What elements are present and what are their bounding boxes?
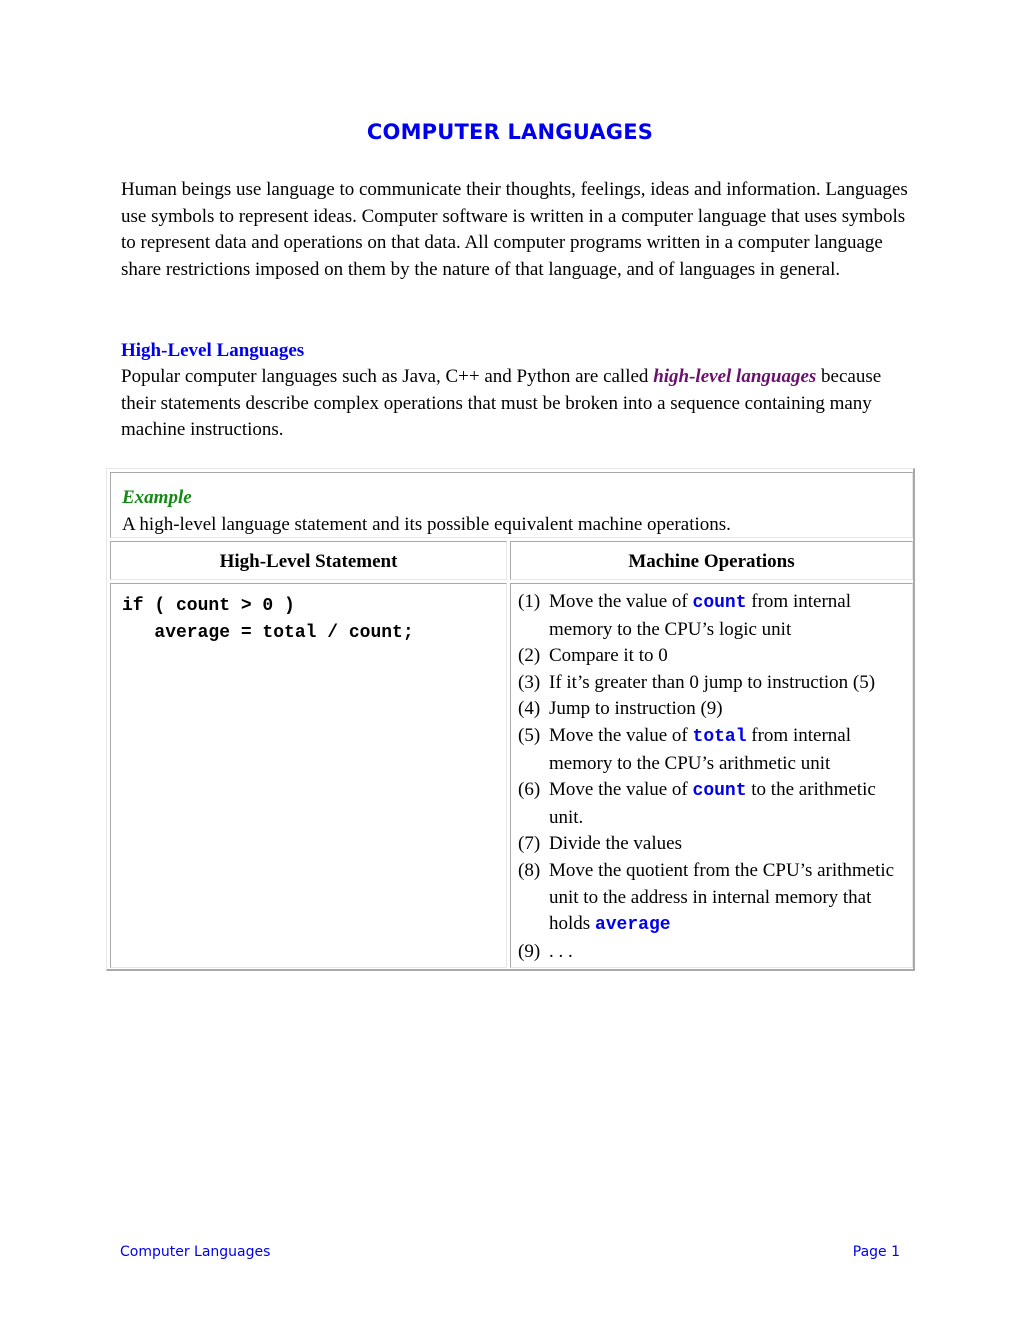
variable-name: count [692, 593, 747, 613]
operation-text: Move the value of [549, 591, 693, 612]
operation-text: Jump to instruction (9) [549, 698, 723, 720]
operations-list: (1) Move the value of count from internal… [518, 589, 908, 965]
operation-text: Move the value of [549, 724, 693, 746]
operation-item: (8) Move the quotient from the CPU’s arit… [518, 858, 908, 939]
paragraph-text-before: Popular computer languages such as Java,… [121, 366, 654, 387]
operation-text: Move the value of [549, 779, 693, 801]
operation-number: (1) [518, 591, 541, 612]
variable-name: average [594, 915, 671, 936]
operation-text: If it’s greater than 0 jump to instructi… [549, 671, 876, 693]
operation-text: . . . [549, 940, 573, 962]
high-level-paragraph: Popular computer languages such as Java,… [121, 364, 911, 444]
section-heading-high-level-languages: High-Level Languages [121, 340, 305, 361]
footer-title: Computer Languages [120, 1244, 271, 1260]
operation-text: Compare it to 0 [549, 645, 668, 667]
header-cell-high-level-statement: High-Level Statement [110, 541, 507, 580]
variable-name: total [692, 726, 747, 747]
operation-item: (7) Divide the values [518, 831, 908, 858]
operation-number: (4) [518, 698, 541, 720]
operation-item: (4) Jump to instruction (9) [518, 696, 908, 723]
term-high-level-languages: high-level languages [653, 366, 817, 387]
variable-name: count [692, 781, 747, 802]
column-header: High-Level Statement [219, 551, 398, 572]
operation-number: (8) [518, 859, 541, 881]
column-header: Machine Operations [628, 551, 795, 572]
intro-paragraph: Human beings use language to communicate… [121, 179, 908, 280]
example-caption-cell: Example A high-level language statement … [110, 472, 913, 538]
code-line: if ( count > 0 ) [122, 596, 295, 616]
operation-number: (3) [518, 671, 541, 693]
operation-number: (9) [518, 940, 541, 962]
operation-number: (5) [518, 724, 541, 746]
operations-cell: (1) Move the value of count from internal… [510, 583, 913, 968]
operation-text: Divide the values [549, 833, 682, 855]
code-block: if ( count > 0 ) average = total / count… [122, 593, 414, 646]
example-title: Example [122, 487, 192, 508]
operation-item: (6) Move the value of count to the arithm… [518, 777, 908, 831]
operation-number: (6) [518, 779, 541, 801]
operation-item: (1) Move the value of count from internal… [518, 589, 908, 643]
operation-item: (9) . . . [518, 939, 908, 966]
statement-cell: if ( count > 0 ) average = total / count… [110, 583, 507, 968]
code-line: average = total / count; [122, 622, 414, 643]
operation-number: (7) [518, 833, 541, 855]
operation-item: (2) Compare it to 0 [518, 643, 908, 670]
example-table: Example A high-level language statement … [106, 468, 915, 971]
footer-page-number: Page 1 [852, 1244, 900, 1260]
header-cell-machine-operations: Machine Operations [510, 541, 913, 580]
operation-item: (3) If it’s greater than 0 jump to instru… [518, 670, 908, 697]
operation-number: (2) [518, 645, 541, 667]
example-caption: A high-level language statement and its … [122, 514, 731, 535]
operation-item: (5) Move the value of total from internal… [518, 723, 908, 777]
page-title: COMPUTER LANGUAGES [366, 120, 654, 144]
